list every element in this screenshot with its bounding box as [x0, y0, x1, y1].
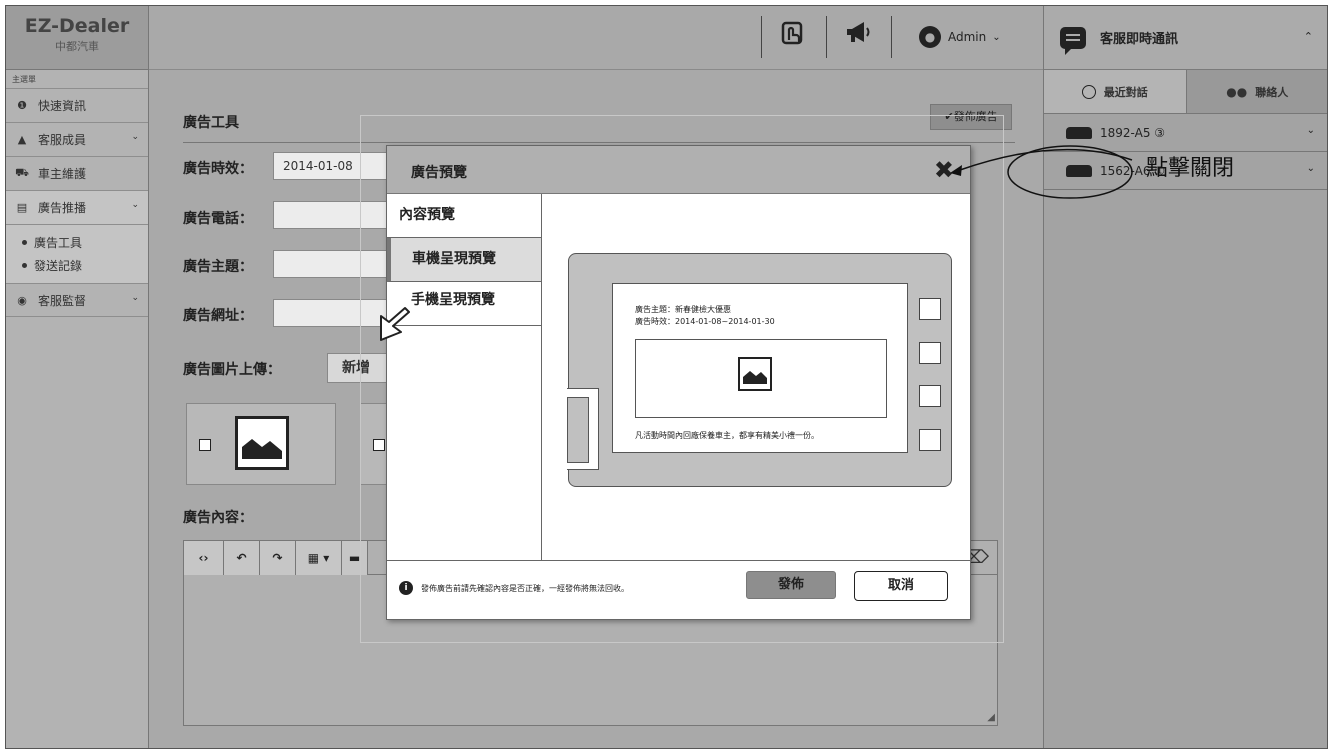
annotation-arrow [950, 145, 1133, 199]
pointer-cursor-icon [380, 307, 410, 341]
annotation-label: 點擊關閉 [1146, 156, 1235, 181]
